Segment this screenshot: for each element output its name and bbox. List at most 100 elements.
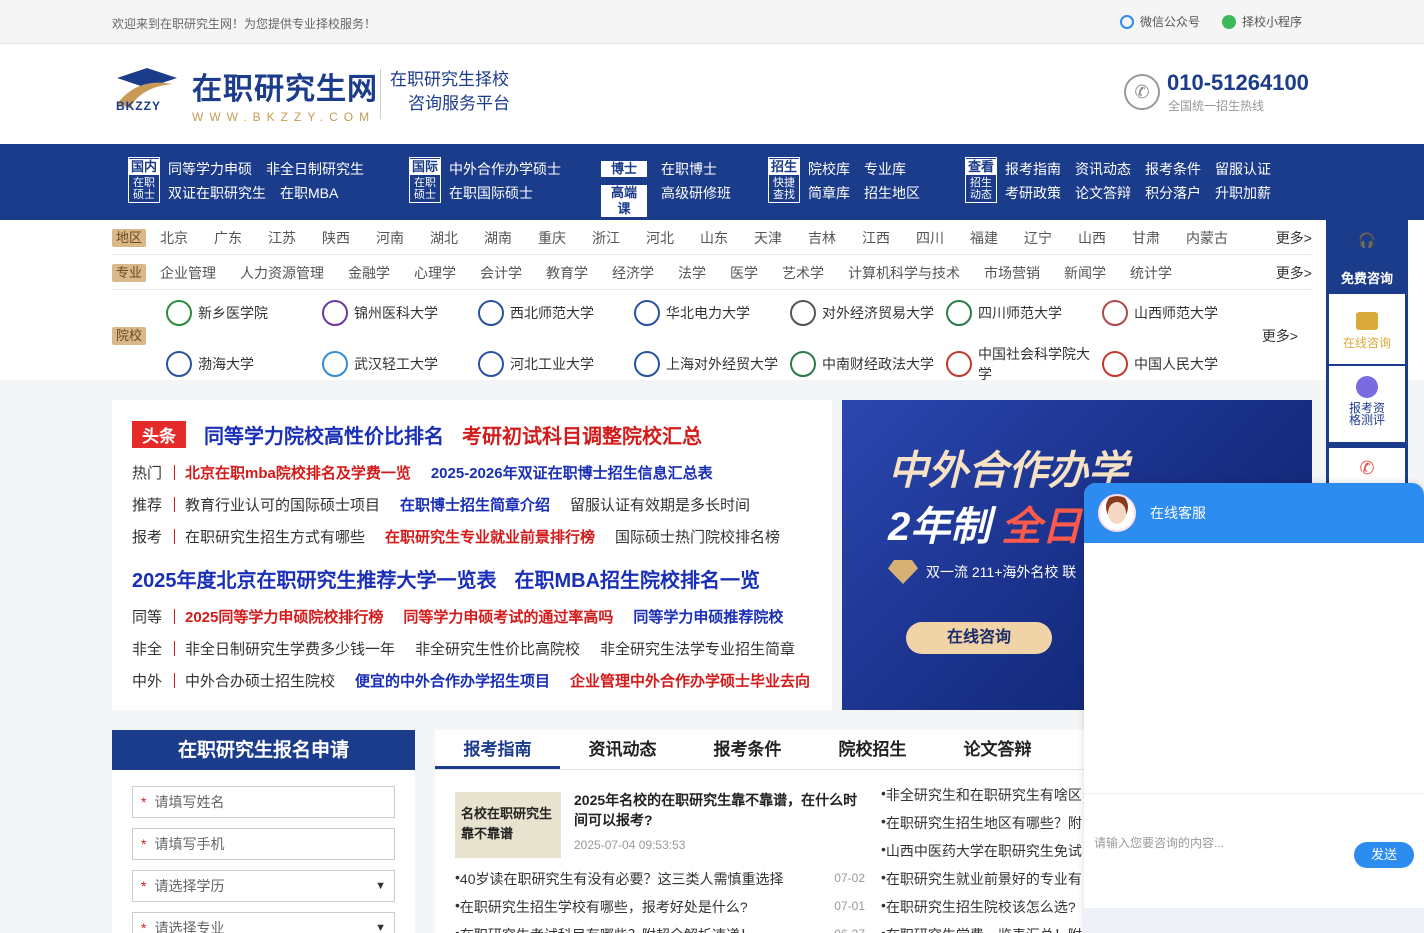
major-item[interactable]: 心理学: [414, 263, 456, 283]
news-link[interactable]: 非全日制研究生学费多少钱一年: [185, 638, 395, 659]
nav-link[interactable]: 资讯动态: [1075, 160, 1131, 178]
list-item[interactable]: • 在职研究生考试科目有哪些？附超全解析速递！06-27: [455, 925, 865, 933]
feature-thumbnail[interactable]: 名校在职研究生 靠不靠谱: [455, 792, 561, 858]
region-item[interactable]: 江苏: [268, 228, 296, 248]
major-item[interactable]: 人力资源管理: [240, 263, 324, 283]
region-item[interactable]: 四川: [916, 228, 944, 248]
school-item[interactable]: 新乡医学院: [166, 300, 322, 326]
news-link[interactable]: 便宜的中外合作办学招生项目: [355, 670, 550, 691]
list-item[interactable]: • 在职研究生就业前景好的专业有: [881, 869, 1082, 889]
news-link[interactable]: 非全研究生性价比高院校: [415, 638, 580, 659]
major-item[interactable]: 市场营销: [984, 263, 1040, 283]
education-select[interactable]: * 请选择学历 ▼: [132, 870, 395, 902]
headline-link[interactable]: 考研初试科目调整院校汇总: [462, 420, 702, 449]
nav-link[interactable]: 简章库: [808, 184, 850, 202]
major-select[interactable]: * 请选择专业 ▼: [132, 912, 395, 933]
region-item[interactable]: 河北: [646, 228, 674, 248]
region-item[interactable]: 吉林: [808, 228, 836, 248]
major-item[interactable]: 新闻学: [1064, 263, 1106, 283]
major-item[interactable]: 医学: [730, 263, 758, 283]
banner-consult-button[interactable]: 在线咨询: [906, 622, 1052, 654]
list-item[interactable]: • 40岁读在职研究生有没有必要？这三类人需慎重选择 07-02: [455, 869, 865, 889]
news-link[interactable]: 2025-2026年双证在职博士招生信息汇总表: [431, 462, 713, 483]
news-link[interactable]: 在职研究生招生方式有哪些: [185, 526, 365, 547]
nav-link[interactable]: 积分落户: [1145, 184, 1201, 202]
nav-link[interactable]: 高级研修班: [661, 184, 731, 218]
region-item[interactable]: 山东: [700, 228, 728, 248]
news-link[interactable]: 同等学力申硕考试的通过率高吗: [403, 606, 613, 627]
headline-link[interactable]: 2025年度北京在职研究生推荐大学一览表: [132, 564, 497, 593]
news-link[interactable]: 同等学力申硕推荐院校: [633, 606, 783, 627]
news-link[interactable]: 北京在职mba院校排名及学费一览: [185, 462, 411, 483]
tab-4[interactable]: 院校招生: [810, 730, 935, 769]
region-item[interactable]: 浙江: [592, 228, 620, 248]
news-link[interactable]: 企业管理中外合作办学硕士毕业去向: [570, 670, 810, 691]
major-item[interactable]: 统计学: [1130, 263, 1172, 283]
nav-link[interactable]: 双证在职研究生: [168, 184, 266, 202]
news-link[interactable]: 在职博士招生简章介绍: [400, 494, 550, 515]
free-consult-label[interactable]: 免费咨询: [1326, 268, 1408, 287]
tab-3[interactable]: 报考条件: [685, 730, 810, 769]
school-more-link[interactable]: 更多>: [1262, 326, 1298, 346]
nav-link[interactable]: 在职博士: [661, 160, 717, 178]
major-item[interactable]: 金融学: [348, 263, 390, 283]
nav-link[interactable]: 报考指南: [1005, 160, 1061, 178]
school-item[interactable]: 山西师范大学: [1102, 300, 1258, 326]
nav-link[interactable]: 留服认证: [1215, 160, 1271, 178]
news-link[interactable]: 2025同等学力申硕院校排行榜: [185, 606, 383, 627]
region-item[interactable]: 山西: [1078, 228, 1106, 248]
nav-link[interactable]: 论文答辩: [1075, 184, 1131, 202]
brand[interactable]: 在职研究生网 WWW.BKZZY.COM: [192, 64, 378, 124]
nav-link[interactable]: 报考条件: [1145, 160, 1201, 178]
school-item[interactable]: 河北工业大学: [478, 344, 634, 384]
school-item[interactable]: 锦州医科大学: [322, 300, 478, 326]
list-item[interactable]: • 在职研究生学费一览表汇总！附: [881, 925, 1082, 933]
major-item[interactable]: 法学: [678, 263, 706, 283]
nav-link[interactable]: 考研政策: [1005, 184, 1061, 202]
send-button[interactable]: 发送: [1354, 842, 1414, 868]
region-item[interactable]: 辽宁: [1024, 228, 1052, 248]
tab-1[interactable]: 报考指南: [435, 730, 560, 769]
school-item[interactable]: 华北电力大学: [634, 300, 790, 326]
wechat-link[interactable]: 微信公众号: [1119, 13, 1200, 30]
region-item[interactable]: 甘肃: [1132, 228, 1160, 248]
school-item[interactable]: 中国人民大学: [1102, 344, 1258, 384]
nav-link[interactable]: 升职加薪: [1215, 184, 1271, 202]
major-more-link[interactable]: 更多>: [1276, 263, 1312, 283]
headline-link[interactable]: 在职MBA招生院校排名一览: [515, 564, 761, 593]
nav-link[interactable]: 中外合作办学硕士: [449, 160, 561, 178]
list-item[interactable]: • 非全研究生和在职研究生有啥区: [881, 785, 1082, 805]
nav-link[interactable]: 在职国际硕士: [449, 184, 533, 202]
phone-button[interactable]: ✆: [1329, 448, 1405, 486]
nav-link[interactable]: 在职MBA: [280, 184, 338, 202]
chat-input[interactable]: 请输入您要咨询的内容... 发送: [1084, 793, 1424, 908]
news-link[interactable]: 非全研究生法学专业招生简章: [600, 638, 795, 659]
major-item[interactable]: 企业管理: [160, 263, 216, 283]
major-item[interactable]: 艺术学: [782, 263, 824, 283]
school-item[interactable]: 西北师范大学: [478, 300, 634, 326]
feature-title[interactable]: 2025年名校的在职研究生靠不靠谱，在什么时间可以报考?: [574, 790, 864, 830]
region-item[interactable]: 北京: [160, 228, 188, 248]
nav-link[interactable]: 同等学力申硕: [168, 160, 252, 178]
list-item[interactable]: • 山西中医药大学在职研究生免试: [881, 841, 1082, 861]
headline-link[interactable]: 同等学力院校高性价比排名: [204, 420, 444, 449]
school-item[interactable]: 中南财经政法大学: [790, 344, 946, 384]
region-item[interactable]: 广东: [214, 228, 242, 248]
list-item[interactable]: • 在职研究生招生院校该怎么选?: [881, 897, 1076, 917]
list-item[interactable]: • 在职研究生招生地区有哪些？附: [881, 813, 1082, 833]
nav-link[interactable]: 院校库: [808, 160, 850, 178]
news-link[interactable]: 在职研究生专业就业前景排行榜: [385, 526, 595, 547]
school-item[interactable]: 对外经济贸易大学: [790, 300, 946, 326]
region-item[interactable]: 陕西: [322, 228, 350, 248]
region-item[interactable]: 湖北: [430, 228, 458, 248]
region-item[interactable]: 天津: [754, 228, 782, 248]
nav-link[interactable]: 专业库: [864, 160, 906, 178]
major-item[interactable]: 教育学: [546, 263, 588, 283]
major-item[interactable]: 计算机科学与技术: [848, 263, 960, 283]
major-item[interactable]: 会计学: [480, 263, 522, 283]
eligibility-test-button[interactable]: 报考资格测评: [1329, 366, 1405, 442]
tab-2[interactable]: 资讯动态: [560, 730, 685, 769]
region-item[interactable]: 河南: [376, 228, 404, 248]
news-link[interactable]: 教育行业认可的国际硕士项目: [185, 494, 380, 515]
region-item[interactable]: 江西: [862, 228, 890, 248]
